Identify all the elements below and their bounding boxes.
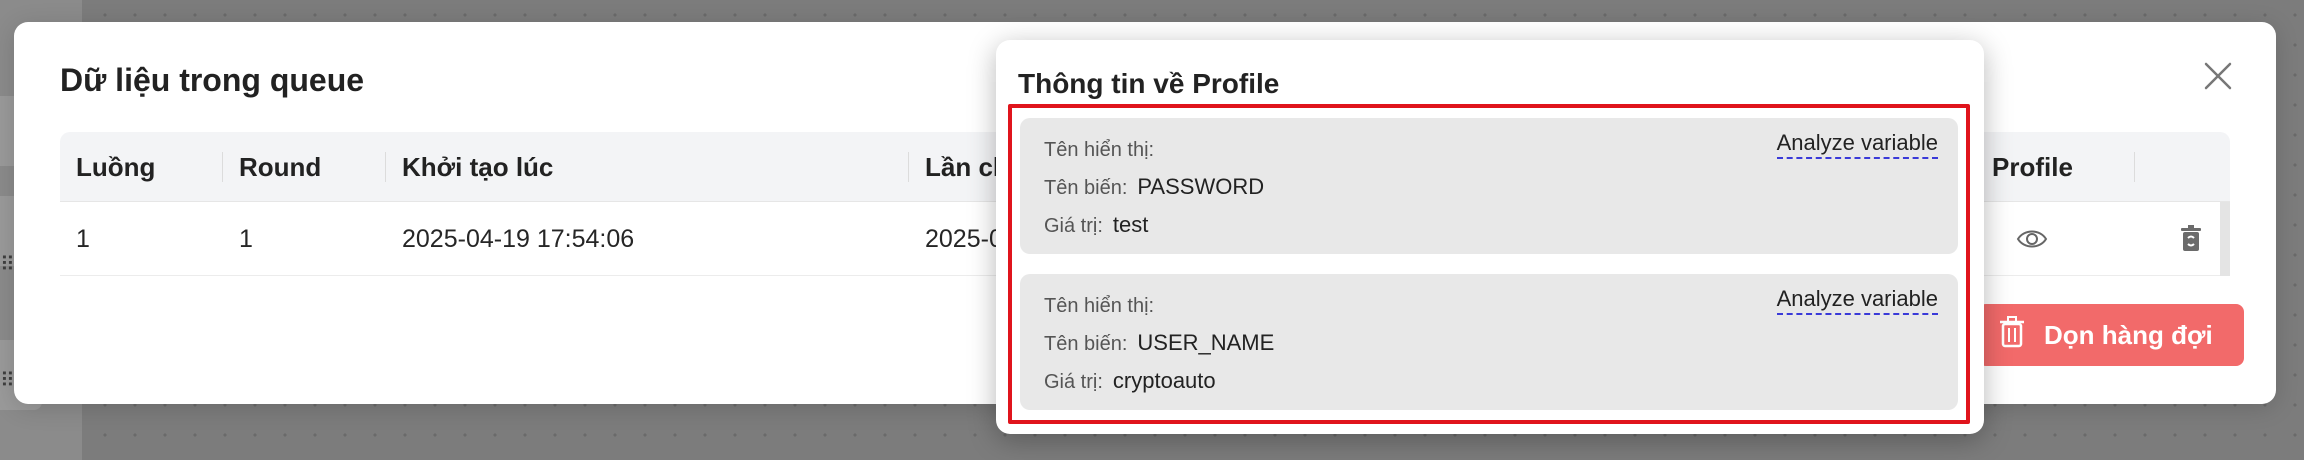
popover-title: Thông tin về Profile bbox=[1018, 68, 1280, 99]
clear-queue-label: Dọn hàng đợi bbox=[2044, 319, 2213, 350]
column-divider bbox=[2134, 152, 2135, 182]
value-row: Giá trị: cryptoauto bbox=[1044, 368, 1216, 394]
column-header-profile[interactable]: Profile bbox=[1976, 132, 2073, 202]
close-icon[interactable] bbox=[2200, 58, 2236, 94]
eye-icon[interactable] bbox=[2015, 222, 2049, 256]
variable-card: Tên hiển thị: Analyze variable Tên biến:… bbox=[1020, 274, 1958, 410]
cell-created-at: 2025-04-19 17:54:06 bbox=[402, 225, 635, 253]
var-name-row: Tên biến: PASSWORD bbox=[1044, 174, 1264, 200]
analyze-variable-link[interactable]: Analyze variable bbox=[1776, 286, 1938, 315]
column-header-round[interactable]: Round bbox=[223, 132, 321, 202]
cell-luong: 1 bbox=[76, 225, 90, 253]
var-name-value: PASSWORD bbox=[1137, 174, 1265, 199]
value-label: Giá trị: bbox=[1044, 371, 1103, 393]
display-name-row: Tên hiển thị: bbox=[1044, 136, 1164, 162]
value-row: Giá trị: test bbox=[1044, 212, 1148, 238]
display-name-label: Tên hiển thị: bbox=[1044, 295, 1155, 317]
display-name-label: Tên hiển thị: bbox=[1044, 139, 1155, 161]
table-scrollbar[interactable] bbox=[2220, 202, 2230, 276]
var-name-row: Tên biến: USER_NAME bbox=[1044, 330, 1274, 356]
clear-queue-button[interactable]: Dọn hàng đợi bbox=[1978, 304, 2244, 366]
var-name-value: USER_NAME bbox=[1137, 330, 1275, 355]
value-label: Giá trị: bbox=[1044, 215, 1103, 237]
variables-highlight: Tên hiển thị: Analyze variable Tên biến:… bbox=[1008, 104, 1970, 424]
grip-icon: ⠿ bbox=[0, 254, 15, 276]
variable-card: Tên hiển thị: Analyze variable Tên biến:… bbox=[1020, 118, 1958, 254]
column-header-luong[interactable]: Luồng bbox=[60, 132, 155, 202]
trash-icon bbox=[1998, 315, 2026, 356]
display-name-row: Tên hiển thị: bbox=[1044, 292, 1164, 318]
var-name-label: Tên biến: bbox=[1044, 333, 1128, 355]
var-value: cryptoauto bbox=[1112, 368, 1216, 393]
modal-title: Dữ liệu trong queue bbox=[60, 62, 365, 98]
cell-round: 1 bbox=[239, 225, 253, 253]
var-value: test bbox=[1112, 212, 1149, 237]
grip-icon: ⠿ bbox=[0, 370, 15, 392]
analyze-variable-link[interactable]: Analyze variable bbox=[1776, 130, 1938, 159]
trash-icon[interactable] bbox=[2174, 222, 2208, 256]
var-name-label: Tên biến: bbox=[1044, 177, 1128, 199]
profile-info-popover: Thông tin về Profile Tên hiển thị: Analy… bbox=[996, 40, 1984, 434]
column-header-created-at[interactable]: Khởi tạo lúc bbox=[386, 132, 553, 202]
